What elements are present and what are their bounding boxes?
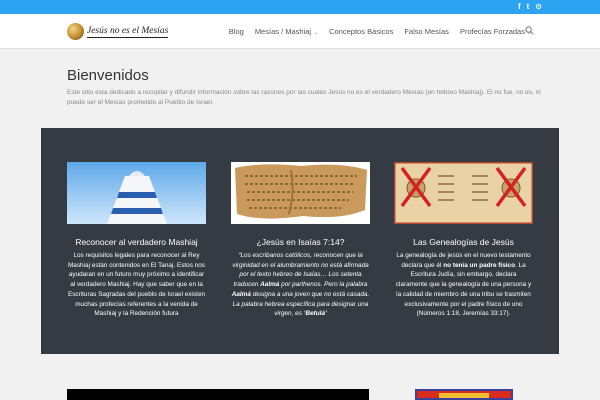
- feature-text: Los requisitos legales para reconocer al…: [67, 252, 206, 318]
- social-links: f t ⊙: [518, 2, 542, 12]
- features-section: Reconocer al verdadero Mashiaj Los requi…: [41, 128, 559, 354]
- globe-logo-icon: [67, 23, 84, 40]
- feature-title[interactable]: Las Genealogías de Jesús: [394, 237, 533, 247]
- logo-text: Jesús no es el Mesías: [87, 25, 169, 38]
- feature-mashiaj: Reconocer al verdadero Mashiaj Los requi…: [67, 162, 206, 319]
- nav-item-conceptos-basicos[interactable]: Conceptos Básicos: [329, 27, 393, 36]
- feature-title[interactable]: ¿Jesús en Isaías 7:14?: [231, 237, 370, 247]
- main-nav: Blog Mesías / Mashiaj ⌄ Conceptos Básicos…: [218, 27, 532, 36]
- feature-isaias: ¿Jesús en Isaías 7:14? “Los escribanos c…: [231, 162, 370, 319]
- intro-section: Bienvenidos Este sitio esta dedicado a r…: [0, 50, 600, 128]
- feature-title[interactable]: Reconocer al verdadero Mashiaj: [67, 237, 206, 247]
- intro-text: Este sitio esta dedicado a recopilar y d…: [67, 89, 541, 106]
- feature-text: La genealogía de jesús en el nuevo testa…: [395, 252, 532, 318]
- chevron-down-icon: ⌄: [313, 30, 319, 36]
- top-bar: f t ⊙: [0, 0, 600, 14]
- genealogy-image[interactable]: [394, 162, 533, 224]
- nav-item-falso-mesias[interactable]: Falso Mesías: [404, 27, 449, 36]
- scroll-image[interactable]: [231, 162, 370, 224]
- flag-image: [415, 389, 513, 400]
- nav-item-profecias-forzadas[interactable]: Profecías Forzadas ⌄: [460, 27, 532, 36]
- nav-item-mesias-mashiaj[interactable]: Mesías / Mashiaj ⌄: [255, 27, 318, 36]
- rss-icon[interactable]: ⊙: [535, 2, 542, 12]
- site-header: Jesús no es el Mesías Blog Mesías / Mash…: [0, 14, 600, 49]
- search-icon[interactable]: [525, 26, 534, 35]
- feature-genealogias: Las Genealogías de Jesús La genealogía d…: [394, 162, 533, 319]
- site-logo[interactable]: Jesús no es el Mesías: [67, 23, 169, 40]
- facebook-icon[interactable]: f: [518, 2, 521, 12]
- nav-item-blog[interactable]: Blog: [229, 27, 244, 36]
- page-title: Bienvenidos: [67, 67, 149, 84]
- prayer-shawl-image[interactable]: [67, 162, 206, 224]
- video-embed[interactable]: [67, 389, 369, 400]
- feature-text: “Los escribanos católicos, reconocen que…: [231, 252, 370, 318]
- twitter-icon[interactable]: t: [527, 2, 530, 12]
